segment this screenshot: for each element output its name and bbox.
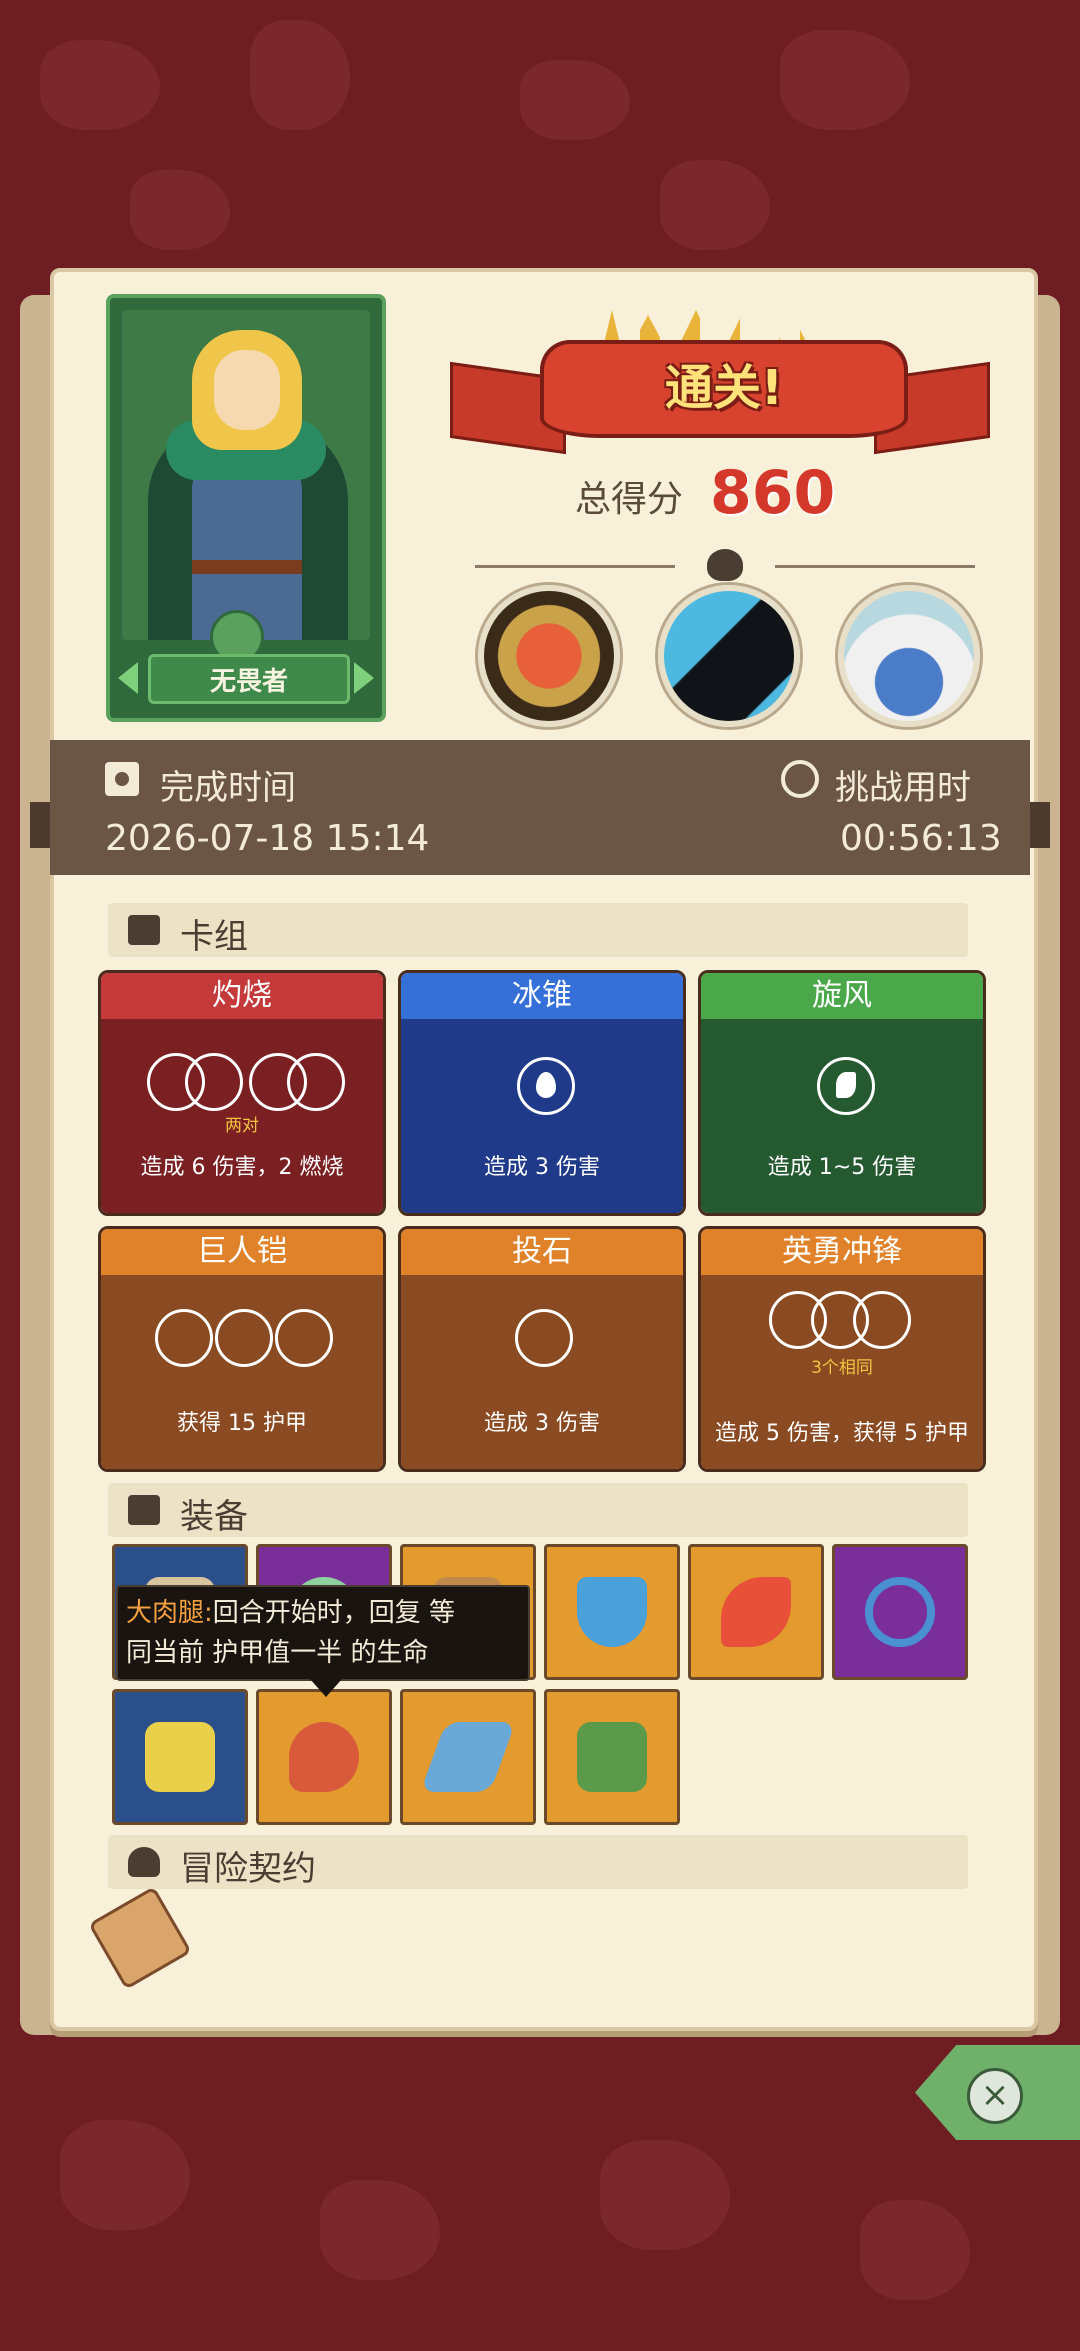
hero-next-arrow-icon[interactable] <box>354 662 374 694</box>
tooltip-line-2: 同当前 护甲值一半 的生命 <box>126 1638 429 1668</box>
card-title: 英勇冲锋 <box>701 1229 983 1275</box>
boss-portrait-3[interactable] <box>838 585 980 727</box>
hero-portrait <box>122 310 370 640</box>
score-value: 860 <box>710 458 836 528</box>
equipment-slot-plant[interactable] <box>112 1689 248 1825</box>
card-title: 旋风 <box>701 973 983 1019</box>
contract-icon <box>128 1847 160 1877</box>
equipment-slot-meat-leg[interactable] <box>256 1689 392 1825</box>
card-desc: 获得 15 护甲 <box>177 1411 307 1436</box>
cards-icon <box>128 915 160 945</box>
card-desc: 造成 3 伤害 <box>484 1411 600 1436</box>
card-ice-cone[interactable]: 冰锥 造成 3 伤害 <box>398 970 686 1216</box>
card-title: 冰锥 <box>401 973 683 1019</box>
wind-icon <box>817 1057 875 1115</box>
tooltip-line-1: 回合开始时，回复 等 <box>212 1598 456 1628</box>
hero-name: 无畏者 <box>148 654 350 704</box>
challenge-time-label: 挑战用时 <box>835 768 971 808</box>
equipment-slot-ring[interactable] <box>832 1544 968 1680</box>
card-desc: 造成 1~5 伤害 <box>767 1155 917 1180</box>
card-title: 灼烧 <box>101 973 383 1019</box>
card-condition: 3个相同 <box>811 1358 873 1378</box>
card-condition: 两对 <box>225 1116 259 1136</box>
hero-prev-arrow-icon[interactable] <box>118 662 138 694</box>
equipment-tooltip: 大肉腿:回合开始时，回复 等 同当前 护甲值一半 的生命 <box>116 1585 530 1697</box>
film-icon <box>105 762 139 796</box>
equipment-slot-moss-stone[interactable] <box>544 1689 680 1825</box>
card-giant-armor[interactable]: 巨人铠 获得 15 护甲 <box>98 1226 386 1472</box>
deck-section-header: 卡组 <box>108 903 968 957</box>
hero-card[interactable]: 无畏者 <box>106 294 386 722</box>
skull-icon <box>707 549 743 581</box>
card-desc: 造成 5 伤害，获得 5 护甲 <box>715 1421 969 1446</box>
boss-divider <box>445 549 1005 581</box>
card-burn[interactable]: 灼烧 两对 造成 6 伤害，2 燃烧 <box>98 970 386 1216</box>
card-desc: 造成 6 伤害，2 燃烧 <box>140 1155 344 1180</box>
complete-time-value: 2026-07-18 15:14 <box>105 818 430 859</box>
stopwatch-icon <box>781 760 819 798</box>
card-title: 巨人铠 <box>101 1229 383 1275</box>
close-icon[interactable]: × <box>967 2068 1023 2124</box>
box-icon <box>128 1495 160 1525</box>
victory-banner: 通关! <box>450 300 990 470</box>
contract-title: 冒险契约 <box>180 1849 316 1889</box>
tooltip-item-name: 大肉腿: <box>126 1598 213 1628</box>
card-whirlwind[interactable]: 旋风 造成 1~5 伤害 <box>698 970 986 1216</box>
equipment-slot-feather[interactable] <box>688 1544 824 1680</box>
contract-section-header: 冒险契约 <box>108 1835 968 1889</box>
complete-time-label: 完成时间 <box>160 768 296 808</box>
water-drop-icon <box>517 1057 575 1115</box>
time-bar: 完成时间 2026-07-18 15:14 挑战用时 00:56:13 <box>30 740 1050 875</box>
equipment-section-header: 装备 <box>108 1483 968 1537</box>
equipment-slot-saw[interactable] <box>400 1689 536 1825</box>
equipment-title: 装备 <box>180 1497 248 1537</box>
score-label: 总得分 <box>575 479 684 520</box>
card-desc: 造成 3 伤害 <box>484 1155 600 1180</box>
challenge-time-value: 00:56:13 <box>840 818 1002 859</box>
card-heroic-charge[interactable]: 英勇冲锋 3个相同 造成 5 伤害，获得 5 护甲 <box>698 1226 986 1472</box>
deck-title: 卡组 <box>180 917 248 957</box>
card-throw-stone[interactable]: 投石 造成 3 伤害 <box>398 1226 686 1472</box>
boss-portrait-1[interactable] <box>478 585 620 727</box>
equipment-slot-shield[interactable] <box>544 1544 680 1680</box>
victory-title: 通关! <box>665 360 783 416</box>
boss-portrait-2[interactable] <box>658 585 800 727</box>
card-title: 投石 <box>401 1229 683 1275</box>
